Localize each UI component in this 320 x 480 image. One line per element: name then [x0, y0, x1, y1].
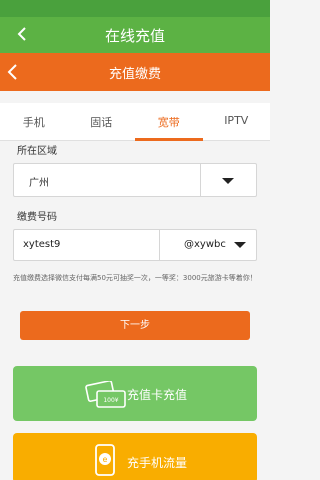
caret-down-icon[interactable] [234, 242, 246, 248]
page-title: 充值缴费 [108, 67, 161, 82]
recharge-card-button[interactable]: 100¥ 充值卡充值 [13, 366, 257, 421]
card-amount: 100¥ [103, 397, 118, 404]
region-value: 广州 [29, 178, 49, 189]
promo-notice: 充值缴费选择微信支付每满50元可抽奖一次，一等奖：3000元旅游卡等着你！ [13, 274, 257, 282]
app-header: 在线充值 [0, 17, 270, 53]
recharge-card-icon: 100¥ [85, 381, 126, 408]
app-title: 在线充值 [104, 27, 165, 45]
next-button[interactable]: 下一步 [20, 311, 250, 340]
mobile-data-label: 充手机流量 [127, 456, 188, 470]
tab-iptv[interactable]: IPTV [203, 103, 271, 140]
recharge-card-label: 充值卡充值 [127, 388, 188, 402]
region-label: 所在区域 [17, 146, 57, 157]
tab-broadband[interactable]: 宽带 [135, 103, 203, 141]
divider [159, 230, 160, 260]
account-label: 缴费号码 [17, 212, 57, 223]
status-bar [0, 0, 270, 17]
svg-text:e: e [103, 455, 108, 464]
account-input[interactable]: xytest9 [23, 239, 60, 250]
caret-down-icon[interactable] [222, 178, 234, 184]
region-select[interactable]: 广州 [13, 163, 257, 197]
tab-mobile[interactable]: 手机 [0, 103, 68, 140]
tab-landline[interactable]: 固话 [68, 103, 136, 140]
mobile-data-button[interactable]: e 充手机流量 [13, 433, 257, 480]
account-field: xytest9 @xywbc [13, 229, 257, 261]
mobile-data-icon: e [95, 444, 115, 476]
tab-bar: 手机 固话 宽带 IPTV [0, 103, 270, 141]
domain-suffix-select[interactable]: @xywbc [184, 239, 226, 250]
sub-header: 充值缴费 [0, 53, 270, 91]
divider [200, 164, 201, 196]
